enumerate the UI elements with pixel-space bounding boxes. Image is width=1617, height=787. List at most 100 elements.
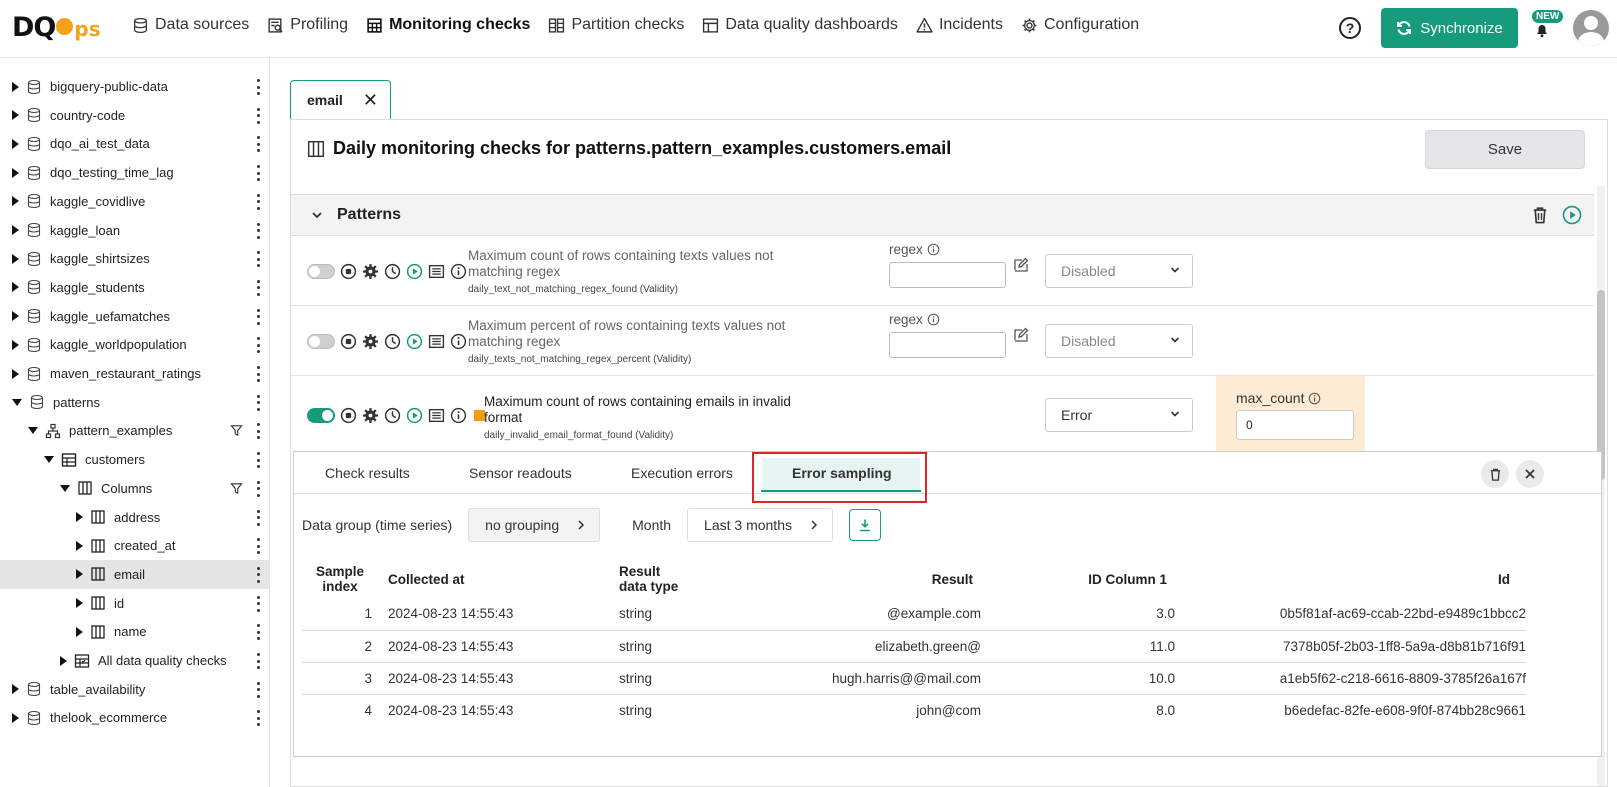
regex-input[interactable] — [889, 262, 1006, 288]
results-list-icon[interactable] — [428, 263, 445, 280]
sidebar-item-name[interactable]: name — [0, 617, 269, 646]
caret-right-icon[interactable] — [12, 712, 19, 723]
column-header-result-type[interactable]: Result data type — [619, 560, 759, 598]
sidebar-item-dqo-ai-test-data[interactable]: dqo_ai_test_data — [0, 129, 269, 158]
run-check-icon[interactable] — [406, 407, 423, 424]
bell-icon[interactable] — [1534, 22, 1550, 38]
caret-right-icon[interactable] — [12, 225, 19, 235]
nav-monitoring-checks[interactable]: Monitoring checks — [366, 16, 530, 34]
sidebar-item-table-availability[interactable]: table_availability — [0, 675, 269, 704]
sidebar-item-country-code[interactable]: country-code — [0, 101, 269, 130]
check-group-patterns[interactable]: Patterns — [291, 194, 1594, 236]
stop-icon[interactable] — [340, 407, 357, 424]
sidebar-item-kaggle-loan[interactable]: kaggle_loan — [0, 216, 269, 245]
more-options-icon[interactable] — [257, 653, 261, 669]
severity-select[interactable]: Disabled — [1045, 254, 1193, 288]
caret-right-icon[interactable] — [76, 512, 83, 522]
check-enabled-toggle[interactable] — [307, 408, 335, 423]
nav-partition-checks[interactable]: Partition checks — [548, 16, 684, 34]
caret-right-icon[interactable] — [76, 598, 83, 609]
filter-icon[interactable] — [230, 424, 243, 437]
help-icon[interactable]: ? — [1339, 17, 1361, 39]
caret-right-icon[interactable] — [12, 253, 19, 264]
results-list-icon[interactable] — [428, 333, 445, 350]
sidebar-item-bigquery-public-data[interactable]: bigquery-public-data — [0, 72, 269, 101]
caret-right-icon[interactable] — [12, 138, 19, 149]
sidebar-item-created-at[interactable]: created_at — [0, 531, 269, 560]
info-icon[interactable] — [450, 407, 467, 424]
sidebar-item-thelook-ecommerce[interactable]: thelook_ecommerce — [0, 703, 269, 732]
more-options-icon[interactable] — [257, 624, 261, 641]
more-options-icon[interactable] — [257, 222, 261, 239]
filter-icon[interactable] — [230, 482, 243, 495]
more-options-icon[interactable] — [257, 566, 261, 583]
chevron-down-icon[interactable] — [311, 209, 323, 221]
info-icon[interactable] — [450, 263, 467, 280]
clock-icon[interactable] — [384, 333, 401, 350]
more-options-icon[interactable] — [257, 193, 261, 210]
caret-right-icon[interactable] — [76, 540, 83, 551]
sidebar-item-kaggle-shirtsizes[interactable]: kaggle_shirtsizes — [0, 244, 269, 273]
more-options-icon[interactable] — [257, 165, 261, 182]
caret-right-icon[interactable] — [12, 339, 19, 350]
nav-configuration[interactable]: Configuration — [1021, 16, 1139, 34]
synchronize-button[interactable]: Synchronize — [1381, 8, 1518, 48]
caret-right-icon[interactable] — [12, 368, 19, 379]
stop-icon[interactable] — [340, 333, 357, 350]
tab-sensor-readouts[interactable]: Sensor readouts — [469, 452, 572, 494]
column-header-collected-at[interactable]: Collected at — [378, 560, 619, 598]
sidebar-item-email[interactable]: email — [0, 559, 269, 589]
column-header-sample-index[interactable]: Sample index — [302, 560, 378, 598]
sidebar-item-patterns[interactable]: patterns — [0, 388, 269, 417]
info-icon[interactable] — [450, 333, 467, 350]
more-options-icon[interactable] — [257, 394, 261, 411]
more-options-icon[interactable] — [257, 136, 261, 153]
sidebar-item-id[interactable]: id — [0, 589, 269, 618]
sidebar-item-maven-restaurant-ratings[interactable]: maven_restaurant_ratings — [0, 359, 269, 388]
more-options-icon[interactable] — [257, 251, 261, 268]
caret-right-icon[interactable] — [12, 311, 19, 322]
severity-select[interactable]: Error — [1045, 398, 1193, 432]
column-header-id-column[interactable]: ID Column 1 — [981, 560, 1175, 598]
download-button[interactable] — [849, 509, 881, 541]
edit-icon[interactable] — [1013, 327, 1029, 343]
tab-email[interactable]: email ✕ — [290, 80, 391, 119]
severity-select[interactable]: Disabled — [1045, 324, 1193, 358]
check-enabled-toggle[interactable] — [307, 264, 335, 279]
delete-results-button[interactable] — [1481, 460, 1509, 488]
nav-data-sources[interactable]: Data sources — [132, 16, 249, 34]
more-options-icon[interactable] — [257, 107, 261, 124]
run-icon[interactable] — [1562, 205, 1582, 225]
caret-right-icon[interactable] — [76, 569, 83, 580]
nav-incidents[interactable]: Incidents — [916, 16, 1003, 34]
save-button[interactable]: Save — [1425, 130, 1585, 169]
more-options-icon[interactable] — [257, 710, 261, 727]
clock-icon[interactable] — [384, 263, 401, 280]
caret-down-icon[interactable] — [44, 456, 54, 464]
caret-down-icon[interactable] — [28, 427, 38, 435]
column-header-result[interactable]: Result — [759, 560, 981, 598]
close-details-button[interactable] — [1516, 460, 1544, 488]
trash-icon[interactable] — [1530, 205, 1550, 225]
max-count-input[interactable]: 0 — [1236, 410, 1354, 440]
caret-right-icon[interactable] — [12, 684, 19, 695]
more-options-icon[interactable] — [257, 452, 261, 469]
caret-right-icon[interactable] — [12, 110, 19, 121]
sidebar-item-dqo-testing-time-lag[interactable]: dqo_testing_time_lag — [0, 158, 269, 187]
more-options-icon[interactable] — [257, 79, 261, 95]
caret-down-icon[interactable] — [60, 484, 70, 492]
caret-right-icon[interactable] — [12, 167, 19, 178]
stop-icon[interactable] — [340, 263, 357, 280]
caret-down-icon[interactable] — [12, 398, 22, 406]
more-options-icon[interactable] — [257, 337, 261, 354]
data-group-select[interactable]: no grouping — [468, 508, 601, 542]
sidebar-item-customers[interactable]: customers — [0, 445, 269, 474]
caret-right-icon[interactable] — [76, 626, 83, 637]
more-options-icon[interactable] — [257, 681, 261, 698]
settings-icon[interactable] — [362, 263, 379, 280]
more-options-icon[interactable] — [257, 366, 261, 382]
sidebar-item-kaggle-uefamatches[interactable]: kaggle_uefamatches — [0, 302, 269, 331]
results-list-icon[interactable] — [428, 407, 445, 424]
dqops-logo[interactable]: DQ ps — [12, 12, 101, 43]
tab-check-results[interactable]: Check results — [325, 452, 410, 494]
